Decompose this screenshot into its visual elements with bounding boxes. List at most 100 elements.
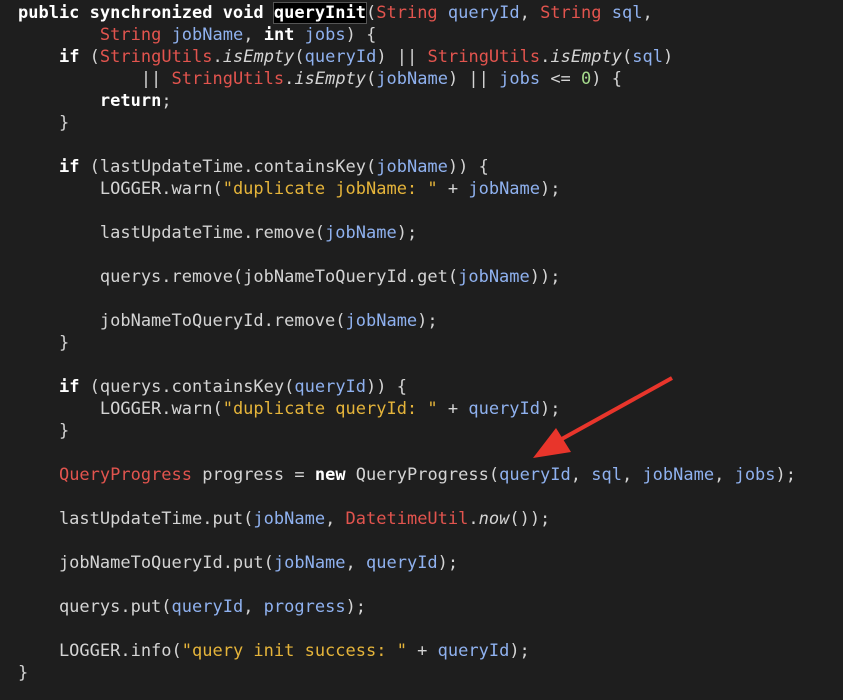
code-token: if [58,157,80,177]
code-token: <= [540,69,582,89]
code-token: sql [611,3,643,23]
code-token: ); [396,223,418,243]
code-token: } [18,663,29,683]
code-token: , [243,25,264,45]
code-token: jobs [734,465,776,485]
code-token: new [314,465,346,485]
code-token: ( [622,47,633,67]
code-token: } [18,113,70,133]
code-line: } [0,112,843,134]
code-line: || StringUtils.isEmpty(jobName) || jobs … [0,68,843,90]
code-token: "query init success: " [181,641,407,661]
code-token: StringUtils [99,47,213,67]
code-token: jobName [376,69,448,89]
code-token: QueryProgress [58,465,193,485]
code-token: isEmpty [550,47,623,67]
code-token: StringUtils [427,47,541,67]
code-token: StringUtils [171,69,285,89]
code-token: . [468,509,479,529]
code-token: querys.remove(jobNameToQueryId.get( [18,267,459,287]
code-token: lastUpdateTime.remove( [18,223,326,243]
code-line: lastUpdateTime.remove(jobName); [0,222,843,244]
code-token: ) || [376,47,428,67]
code-token: "duplicate jobName: " [222,179,438,199]
code-token: jobName [171,25,244,45]
code-token: lastUpdateTime.put( [18,509,254,529]
code-token: )) { [447,157,489,177]
code-token: , [621,465,643,485]
code-token: || [18,69,172,89]
code-token: progress [263,597,346,617]
code-token: ( [366,3,377,23]
code-line: if (querys.containsKey(queryId)) { [0,376,843,398]
code-token: ); [417,311,438,331]
code-token: querys.put( [18,597,172,617]
code-token: queryId [304,47,377,67]
code-token: jobName [376,157,448,177]
code-token: jobName [642,465,715,485]
code-token: queryId [447,3,520,23]
code-token: sql [591,465,622,485]
code-line: return; [0,90,843,112]
code-line: LOGGER.info("query init success: " + que… [0,640,843,662]
code-token: jobNameToQueryId.put( [18,553,274,573]
code-token: String [376,3,438,23]
code-token: LOGGER.warn( [18,399,223,419]
code-token: ) || [447,69,500,89]
code-token: now [478,509,510,529]
code-token: isEmpty [222,47,295,67]
code-line: } [0,662,843,684]
code-token: , [714,465,735,485]
code-line: lastUpdateTime.put(jobName, DatetimeUtil… [0,508,843,530]
code-body[interactable]: public synchronized void queryInit(Strin… [0,2,843,684]
code-token: ); [509,641,530,661]
code-line: querys.remove(jobNameToQueryId.get(jobNa… [0,266,843,288]
code-line: jobNameToQueryId.remove(jobName); [0,310,843,332]
code-token: ( [294,47,305,67]
code-line: public synchronized void queryInit(Strin… [0,2,843,24]
code-token: jobName [273,553,346,573]
code-token: ); [540,179,561,199]
code-token: jobName [253,509,326,529]
code-line: querys.put(queryId, progress); [0,596,843,618]
code-token: ; [161,91,172,111]
code-token: LOGGER.warn( [18,179,223,199]
code-token: String [540,3,602,23]
code-token: queryId [499,465,571,485]
code-token: . [540,47,551,67]
code-token: LOGGER.info( [18,641,182,661]
code-token: ( [79,47,100,67]
code-token: , [519,3,541,23]
code-line: } [0,420,843,442]
code-line: if (lastUpdateTime.containsKey(jobName))… [0,156,843,178]
code-token: , [570,465,592,485]
code-token: if [58,377,80,397]
code-token: "duplicate queryId: " [222,399,438,419]
code-token: , [325,509,346,529]
code-line: jobNameToQueryId.put(jobName, queryId); [0,552,843,574]
code-token: + [437,179,469,199]
code-editor[interactable]: public synchronized void queryInit(Strin… [0,0,843,700]
code-line: QueryProgress progress = new QueryProgre… [0,464,843,486]
code-token: ) { [591,69,622,89]
code-line: String jobName, int jobs) { [0,24,843,46]
code-token: jobName [345,311,418,331]
code-token: queryInit [272,2,368,24]
code-token: queryId [437,641,510,661]
code-token: jobs [304,25,346,45]
code-token: + [406,641,438,661]
